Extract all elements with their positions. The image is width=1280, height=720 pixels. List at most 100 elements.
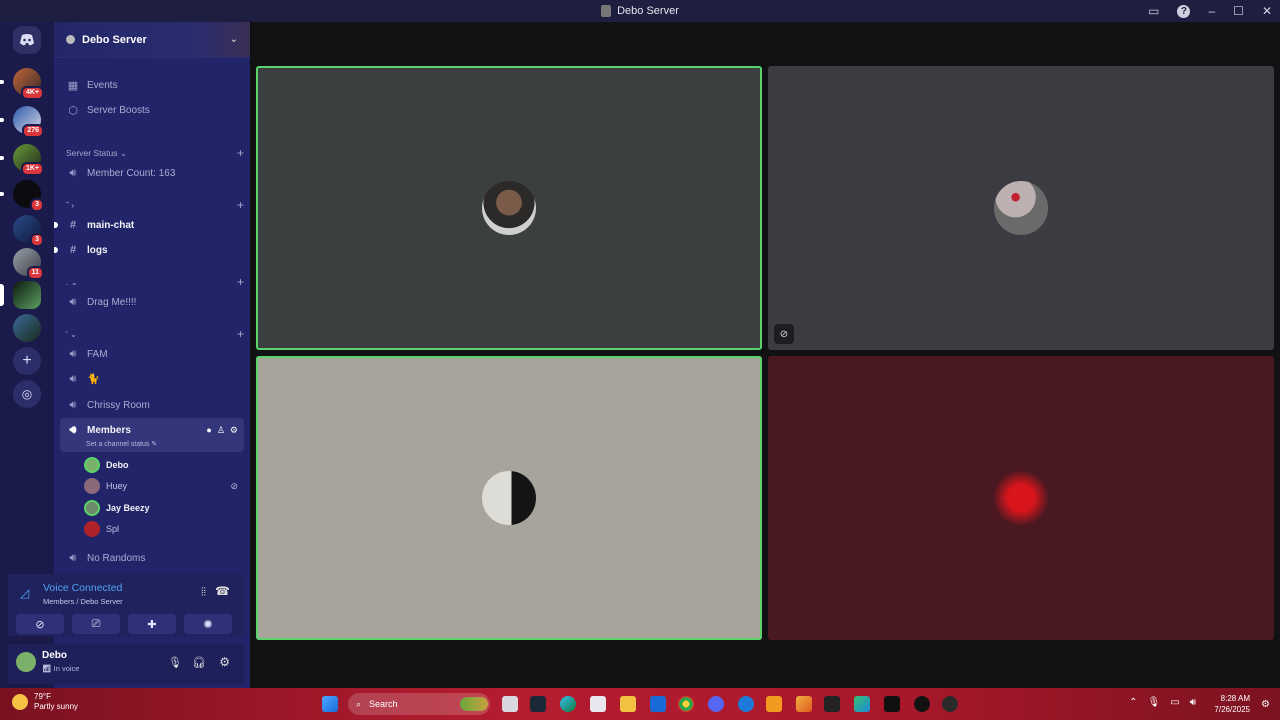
chat-icon[interactable]: ● [206, 425, 211, 436]
minimize-button[interactable]: – [1208, 4, 1215, 18]
headphones-icon[interactable]: 🎧︎ [192, 656, 206, 669]
server-icon-active[interactable] [0, 281, 41, 309]
server-icon-1[interactable]: 4K+ [0, 68, 44, 100]
add-server-icon[interactable]: + [13, 347, 41, 375]
server-icon-6[interactable]: 11 [13, 248, 44, 280]
start-icon[interactable] [322, 696, 338, 712]
task-view-icon[interactable] [502, 696, 518, 712]
weather-widget[interactable]: 79°F Partly sunny [12, 692, 78, 712]
speaker-icon: 🔊︎ [69, 423, 77, 436]
voice-member[interactable]: Huey ⊘ [84, 476, 238, 496]
category-voice-2[interactable]: ' ⌄ + [66, 327, 244, 341]
steam-icon[interactable] [530, 696, 546, 712]
voice-member[interactable]: Debo [84, 455, 238, 475]
category-voice-1[interactable]: . ⌄ + [66, 275, 244, 289]
avatar [994, 181, 1048, 235]
channel-members[interactable]: 🔊︎ Members ● ♙ ⚙ [60, 419, 244, 441]
maximize-button[interactable]: ☐ [1233, 4, 1244, 18]
avatar[interactable] [16, 652, 36, 672]
window-title: Debo Server [617, 5, 679, 17]
file-explorer-icon[interactable] [620, 696, 636, 712]
channel-cat[interactable]: 🔊︎ 🐈 [60, 368, 244, 390]
channel-chrissy-room[interactable]: 🔊︎ Chrissy Room [60, 394, 244, 416]
voice-member[interactable]: Spl [84, 519, 238, 539]
activity-button[interactable]: ✚ [128, 614, 176, 634]
server-icon-4[interactable]: 3 [0, 180, 44, 212]
clock[interactable]: 8:28 AM 7/26/2025 [1214, 693, 1250, 715]
server-icon-2[interactable]: 276 [0, 106, 44, 138]
camera-off-icon: ⊘ [35, 618, 45, 631]
call-of-duty-icon[interactable] [884, 696, 900, 712]
system-tray: ⌃ 🎙︎ ▭ 🔊︎ [1129, 697, 1196, 708]
voice-status[interactable]: Voice Connected [43, 582, 122, 594]
discord-home-icon[interactable] [13, 26, 41, 54]
mic-icon[interactable]: 🎙︎ [168, 656, 182, 669]
volume-icon[interactable]: 🔊︎ [1190, 697, 1196, 708]
add-channel-icon[interactable]: + [237, 146, 244, 160]
app-icon[interactable] [824, 696, 840, 712]
outlook-icon[interactable] [650, 696, 666, 712]
app-icon[interactable] [914, 696, 930, 712]
add-channel-icon[interactable]: + [237, 198, 244, 212]
gear-icon[interactable]: ⚙ [219, 655, 230, 669]
camera-button[interactable]: ⊘ [16, 614, 64, 634]
chevron-up-icon[interactable]: ⌃ [1129, 697, 1137, 708]
unread-badge: 4K+ [20, 86, 44, 100]
gamepad-icon: ✚ [147, 618, 157, 631]
chrome-icon[interactable] [678, 696, 694, 712]
invite-icon[interactable]: ♙ [217, 425, 225, 436]
category-text[interactable]: ˜ › + [66, 198, 244, 212]
participant-tile[interactable]: ⊘ [768, 66, 1274, 350]
avatar [482, 471, 536, 525]
search-box[interactable]: ⌕ Search [348, 693, 490, 715]
soundboard-button[interactable]: ✺ [184, 614, 232, 634]
channel-status-hint[interactable]: Set a channel status ✎ [86, 440, 157, 448]
avatar [994, 471, 1048, 525]
obs-icon[interactable] [942, 696, 958, 712]
edge-icon[interactable] [560, 696, 576, 712]
channel-main-chat[interactable]: # main-chat [54, 214, 244, 236]
server-icon-3[interactable]: 1K+ [0, 144, 44, 176]
discord-icon[interactable] [708, 696, 724, 712]
app-icon[interactable] [796, 696, 812, 712]
screen-share-button[interactable]: ⎚ [72, 614, 120, 634]
mic-icon[interactable]: 🎙︎ [1148, 697, 1161, 708]
events-item[interactable]: ▦ Events [60, 74, 244, 96]
app-icon[interactable] [854, 696, 870, 712]
participant-tile[interactable] [256, 66, 762, 350]
notifications-icon[interactable]: ⚙ [1261, 699, 1270, 710]
user-panel: Debo 📶︎ In voice 🎙︎ 🎧︎ ⚙ [8, 644, 244, 684]
channel-drag-me[interactable]: 🔊︎ Drag Me!!!! [60, 291, 244, 313]
channel-no-randoms[interactable]: 🔊︎ No Randoms [60, 547, 244, 569]
disconnect-icon[interactable]: ☎ [215, 584, 230, 598]
speaker-icon: 🔊︎ [69, 372, 77, 385]
server-avatar-icon [66, 35, 75, 44]
inbox-icon[interactable]: ▭ [1148, 4, 1159, 18]
server-icon-8[interactable] [13, 314, 41, 342]
network-icon[interactable]: ▭ [1170, 697, 1179, 708]
server-header[interactable]: Debo Server ⌄ [54, 22, 250, 58]
app-icon[interactable] [738, 696, 754, 712]
server-boosts-item[interactable]: ⬡ Server Boosts [60, 99, 244, 121]
participant-tile[interactable] [256, 356, 762, 640]
participant-tile[interactable] [768, 356, 1274, 640]
search-highlight-icon [460, 697, 488, 711]
speaker-icon: 🔊︎ [69, 295, 77, 308]
channel-logs[interactable]: # logs [54, 239, 244, 261]
add-channel-icon[interactable]: + [237, 275, 244, 289]
store-icon[interactable] [590, 696, 606, 712]
close-button[interactable]: ✕ [1262, 4, 1272, 18]
help-icon[interactable]: ? [1177, 4, 1191, 18]
channel-member-count[interactable]: 🔊︎ Member Count: 163 [60, 162, 244, 184]
app-icon[interactable] [766, 696, 782, 712]
server-icon-5[interactable]: 3 [13, 215, 44, 247]
add-channel-icon[interactable]: + [237, 327, 244, 341]
voice-member[interactable]: Jay Beezy [84, 498, 238, 518]
voice-stage: ⊘ [250, 22, 1280, 688]
channel-fam[interactable]: 🔊︎ FAM [60, 343, 244, 365]
noise-suppression-icon[interactable]: ⦙⦙ [201, 586, 206, 599]
gear-icon[interactable]: ⚙ [230, 425, 238, 436]
category-server-status[interactable]: Server Status ⌄ + [66, 146, 244, 160]
discover-icon[interactable]: ◎ [13, 380, 41, 408]
avatar [84, 500, 100, 516]
